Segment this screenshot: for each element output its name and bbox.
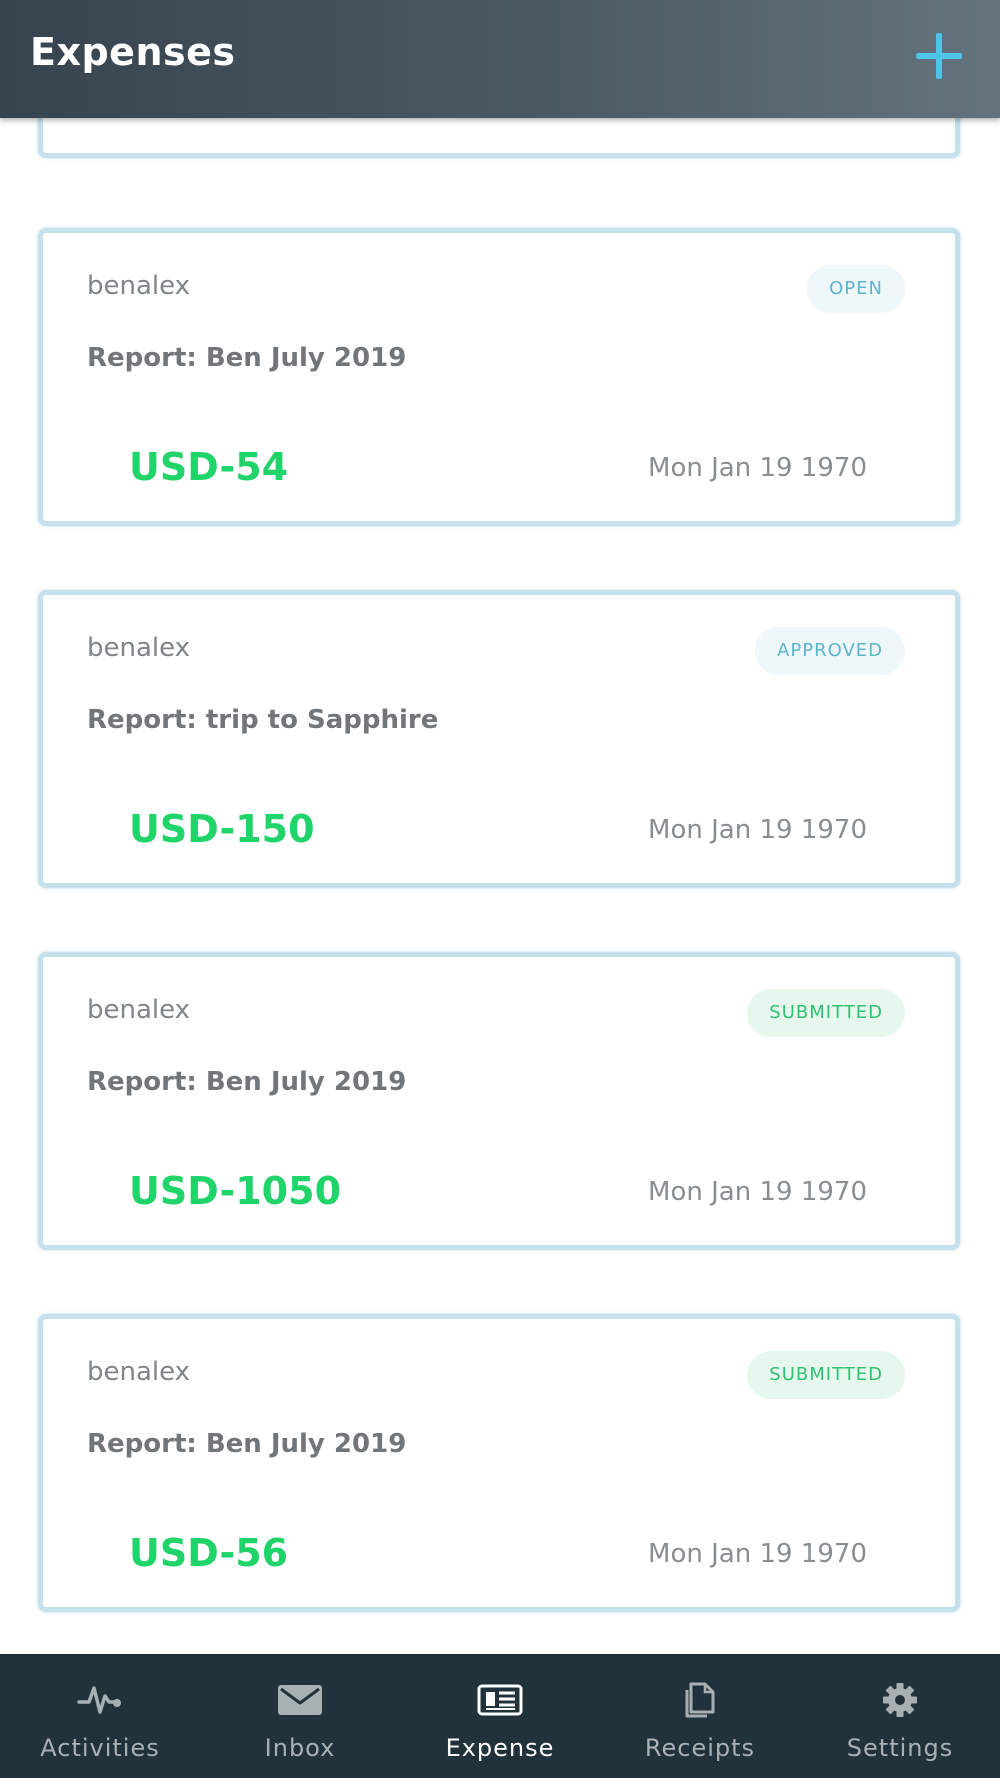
card-report-title: Report: trip to Sapphire xyxy=(87,705,439,735)
expense-card[interactable]: benalex SUBMITTED Report: Ben July 2019 … xyxy=(38,952,960,1250)
card-user: benalex xyxy=(87,1357,191,1387)
activity-pulse-icon xyxy=(77,1686,121,1714)
nav-item-inbox[interactable]: Inbox xyxy=(200,1654,400,1778)
status-badge: APPROVED xyxy=(755,627,905,675)
status-badge: OPEN xyxy=(807,265,905,313)
status-badge: SUBMITTED xyxy=(747,989,905,1037)
expense-list[interactable]: benalex OPEN Report: Ben July 2019 USD-5… xyxy=(0,0,1000,1654)
card-report-title: Report: Ben July 2019 xyxy=(87,1067,407,1097)
page-title: Expenses xyxy=(30,30,236,74)
nav-item-receipts[interactable]: Receipts xyxy=(600,1654,800,1778)
add-expense-button[interactable] xyxy=(916,33,962,79)
card-amount: USD-1050 xyxy=(129,1169,342,1213)
card-date: Mon Jan 19 1970 xyxy=(648,453,867,483)
gear-icon xyxy=(883,1683,917,1717)
card-date: Mon Jan 19 1970 xyxy=(648,1177,867,1207)
card-user: benalex xyxy=(87,633,191,663)
card-report-title: Report: Ben July 2019 xyxy=(87,1429,407,1459)
expense-card[interactable]: benalex OPEN Report: Ben July 2019 USD-5… xyxy=(38,228,960,526)
card-user: benalex xyxy=(87,995,191,1025)
card-amount: USD-56 xyxy=(129,1531,289,1575)
nav-label: Settings xyxy=(846,1734,954,1762)
nav-label: Expense xyxy=(445,1734,555,1762)
card-amount: USD-150 xyxy=(129,807,315,851)
nav-label: Inbox xyxy=(264,1734,336,1762)
status-badge: SUBMITTED xyxy=(747,1351,905,1399)
documents-icon xyxy=(685,1682,715,1718)
envelope-icon xyxy=(278,1685,322,1715)
nav-label: Activities xyxy=(40,1734,160,1762)
card-date: Mon Jan 19 1970 xyxy=(648,1539,867,1569)
card-amount: USD-54 xyxy=(129,445,289,489)
app-header: Expenses xyxy=(0,0,1000,118)
nav-label: Receipts xyxy=(644,1734,756,1762)
nav-item-activities[interactable]: Activities xyxy=(0,1654,200,1778)
app-screen: benalex OPEN Report: Ben July 2019 USD-5… xyxy=(0,0,1000,1778)
nav-item-settings[interactable]: Settings xyxy=(800,1654,1000,1778)
expense-card[interactable]: benalex APPROVED Report: trip to Sapphir… xyxy=(38,590,960,888)
newspaper-icon xyxy=(477,1684,523,1716)
card-user: benalex xyxy=(87,271,191,301)
card-report-title: Report: Ben July 2019 xyxy=(87,343,407,373)
expense-card[interactable]: benalex SUBMITTED Report: Ben July 2019 … xyxy=(38,1314,960,1612)
nav-item-expense[interactable]: Expense xyxy=(400,1654,600,1778)
card-date: Mon Jan 19 1970 xyxy=(648,815,867,845)
bottom-navigation: Activities Inbox Expense Receipts Settin… xyxy=(0,1654,1000,1778)
